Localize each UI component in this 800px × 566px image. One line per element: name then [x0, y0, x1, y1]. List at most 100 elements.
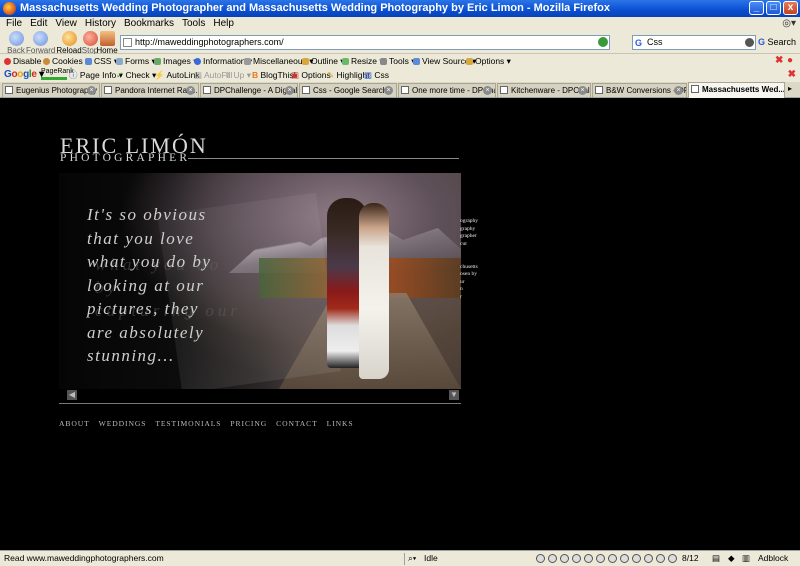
- tab-bw-conversions[interactable]: B&W Conversions - DP... ×: [592, 83, 687, 97]
- dev-toolbar-stop-icon[interactable]: ●: [787, 56, 796, 66]
- site-logo[interactable]: ERIC LIMÓN PHOTOGRAPHER: [60, 135, 208, 165]
- status-idle: Idle: [424, 553, 438, 563]
- hero-divider: [59, 403, 461, 404]
- nav-pricing[interactable]: PRICING: [230, 419, 267, 428]
- menu-bookmarks[interactable]: Bookmarks: [122, 17, 180, 30]
- menu-help[interactable]: Help: [211, 17, 240, 30]
- dev-forms[interactable]: Forms ▾: [116, 54, 156, 68]
- addon-icon[interactable]: [548, 554, 557, 563]
- search-input[interactable]: G Css: [632, 35, 756, 50]
- page-content: ERIC LIMÓN PHOTOGRAPHER what you do by c…: [0, 98, 800, 550]
- minimize-button[interactable]: _: [749, 1, 764, 15]
- addon-icon[interactable]: [536, 554, 545, 563]
- status-bar: Read www.maweddingphotographers.com ⌕▾ I…: [0, 550, 800, 566]
- up-button[interactable]: ⇧ Up ▾: [224, 68, 251, 82]
- check-button[interactable]: ✓ Check ▾: [116, 68, 156, 82]
- dev-outline[interactable]: Outline ▾: [302, 54, 345, 68]
- addon-icon[interactable]: [560, 554, 569, 563]
- menu-edit[interactable]: Edit: [28, 17, 53, 30]
- dev-css[interactable]: CSS ▾: [85, 54, 118, 68]
- web-developer-toolbar: Disable ▾ Cookies ▾ CSS ▾ Forms ▾ Images…: [0, 54, 800, 68]
- nav-weddings[interactable]: WEDDINGS: [99, 419, 147, 428]
- google-logo[interactable]: Google ▾: [4, 68, 44, 82]
- addon-icon[interactable]: [584, 554, 593, 563]
- tab-massachusetts-wedding[interactable]: Massachusetts Wed...: [688, 82, 785, 98]
- nav-about[interactable]: ABOUT: [59, 419, 90, 428]
- tab-kitchenware[interactable]: Kitchenware - DPChalle...×: [497, 83, 591, 97]
- tab-one-more-time[interactable]: One more time - DPCha... ×: [398, 83, 496, 97]
- google-toolbar-close-icon[interactable]: ✖: [788, 69, 796, 81]
- url-input[interactable]: http://maweddingphotographers.com/: [120, 35, 610, 50]
- tab-favicon: [203, 86, 211, 94]
- tab-label: Eugenius Photography: [16, 86, 97, 95]
- home-button[interactable]: Home: [93, 31, 121, 55]
- dev-miscellaneous-label: Miscellaneous: [253, 56, 307, 66]
- dev-information-label: Information: [203, 56, 246, 66]
- tab-css-google[interactable]: Css - Google Search ×: [299, 83, 397, 97]
- forward-button[interactable]: Forward: [26, 31, 55, 55]
- menu-file[interactable]: File: [4, 17, 28, 30]
- dev-resize[interactable]: Resize ▾: [342, 54, 384, 68]
- dev-tools[interactable]: Tools ▾: [380, 54, 415, 68]
- check-label: Check: [125, 70, 150, 80]
- nav-contact[interactable]: CONTACT: [276, 419, 318, 428]
- tab-close-icon[interactable]: ×: [186, 86, 195, 95]
- shield-icon[interactable]: ◆: [728, 551, 735, 566]
- tab-close-icon[interactable]: ×: [87, 86, 96, 95]
- slideshow-prev-button[interactable]: ◀: [67, 390, 77, 400]
- dev-images[interactable]: Images ▾: [154, 54, 198, 68]
- tab-label: Css - Google Search: [313, 86, 388, 95]
- search-button[interactable]: G Search: [758, 35, 796, 50]
- search-button-label: Search: [767, 37, 797, 47]
- addon-icon[interactable]: [572, 554, 581, 563]
- logo-divider: [188, 158, 459, 159]
- addon-icon[interactable]: [608, 554, 617, 563]
- options-icon: [466, 58, 473, 65]
- tab-eugenius[interactable]: Eugenius Photography ×: [2, 83, 100, 97]
- addon-icon[interactable]: [620, 554, 629, 563]
- nav-links[interactable]: LINKS: [327, 419, 354, 428]
- tab-close-icon[interactable]: ×: [674, 86, 683, 95]
- autolink-button[interactable]: ⚡ AutoLink: [154, 68, 200, 82]
- close-button[interactable]: x: [783, 1, 798, 15]
- menu-view[interactable]: View: [53, 17, 83, 30]
- tab-close-icon[interactable]: ×: [483, 86, 492, 95]
- options-button[interactable]: ▣ Options: [291, 68, 331, 82]
- menu-history[interactable]: History: [83, 17, 122, 30]
- information-icon: [194, 58, 201, 65]
- tab-label: Massachusetts Wed...: [702, 85, 785, 94]
- tab-bar: Eugenius Photography × Pandora Internet R…: [0, 82, 800, 98]
- addon-icon[interactable]: [656, 554, 665, 563]
- addon-icon[interactable]: [596, 554, 605, 563]
- outline-icon: [302, 58, 309, 65]
- google-search-icon: G: [635, 38, 643, 48]
- tab-close-icon[interactable]: ×: [384, 86, 393, 95]
- go-icon[interactable]: [598, 37, 608, 47]
- nav-testimonials[interactable]: TESTIMONIALS: [155, 419, 221, 428]
- page-icon[interactable]: ▤: [712, 551, 720, 566]
- menu-tools[interactable]: Tools: [180, 17, 211, 30]
- maximize-button[interactable]: □: [766, 1, 781, 15]
- list-all-tabs-icon[interactable]: ▸: [788, 84, 798, 95]
- dev-toolbar-x-icon[interactable]: ✖: [775, 56, 784, 66]
- tab-favicon: [401, 86, 409, 94]
- tab-pandora[interactable]: Pandora Internet Radi... ×: [101, 83, 199, 97]
- css-search-term[interactable]: ▧ Css: [364, 68, 389, 82]
- adblock-button[interactable]: Adblock: [758, 551, 788, 566]
- slideshow-next-button[interactable]: ▼: [449, 390, 459, 400]
- addon-icon[interactable]: [668, 554, 677, 563]
- magnifier-icon[interactable]: ⌕▾: [408, 551, 416, 566]
- tab-dpchallenge[interactable]: DPChallenge - A Digital ... ×: [200, 83, 298, 97]
- dev-outline-label: Outline: [311, 56, 338, 66]
- miscellaneous-icon: [244, 58, 251, 65]
- tab-close-icon[interactable]: ×: [285, 86, 294, 95]
- dev-options[interactable]: Options ▾: [466, 54, 511, 68]
- site-navigation: ABOUT WEDDINGS TESTIMONIALS PRICING CONT…: [59, 419, 354, 428]
- document-icon[interactable]: ▥: [742, 551, 750, 566]
- blogthis-button[interactable]: B BlogThis!: [252, 68, 296, 82]
- addon-icon[interactable]: [644, 554, 653, 563]
- search-go-icon[interactable]: [745, 38, 754, 47]
- addon-icon[interactable]: [632, 554, 641, 563]
- tab-close-icon[interactable]: ×: [578, 86, 587, 95]
- page-info-button[interactable]: ⓘ Page Info ▾: [69, 68, 123, 82]
